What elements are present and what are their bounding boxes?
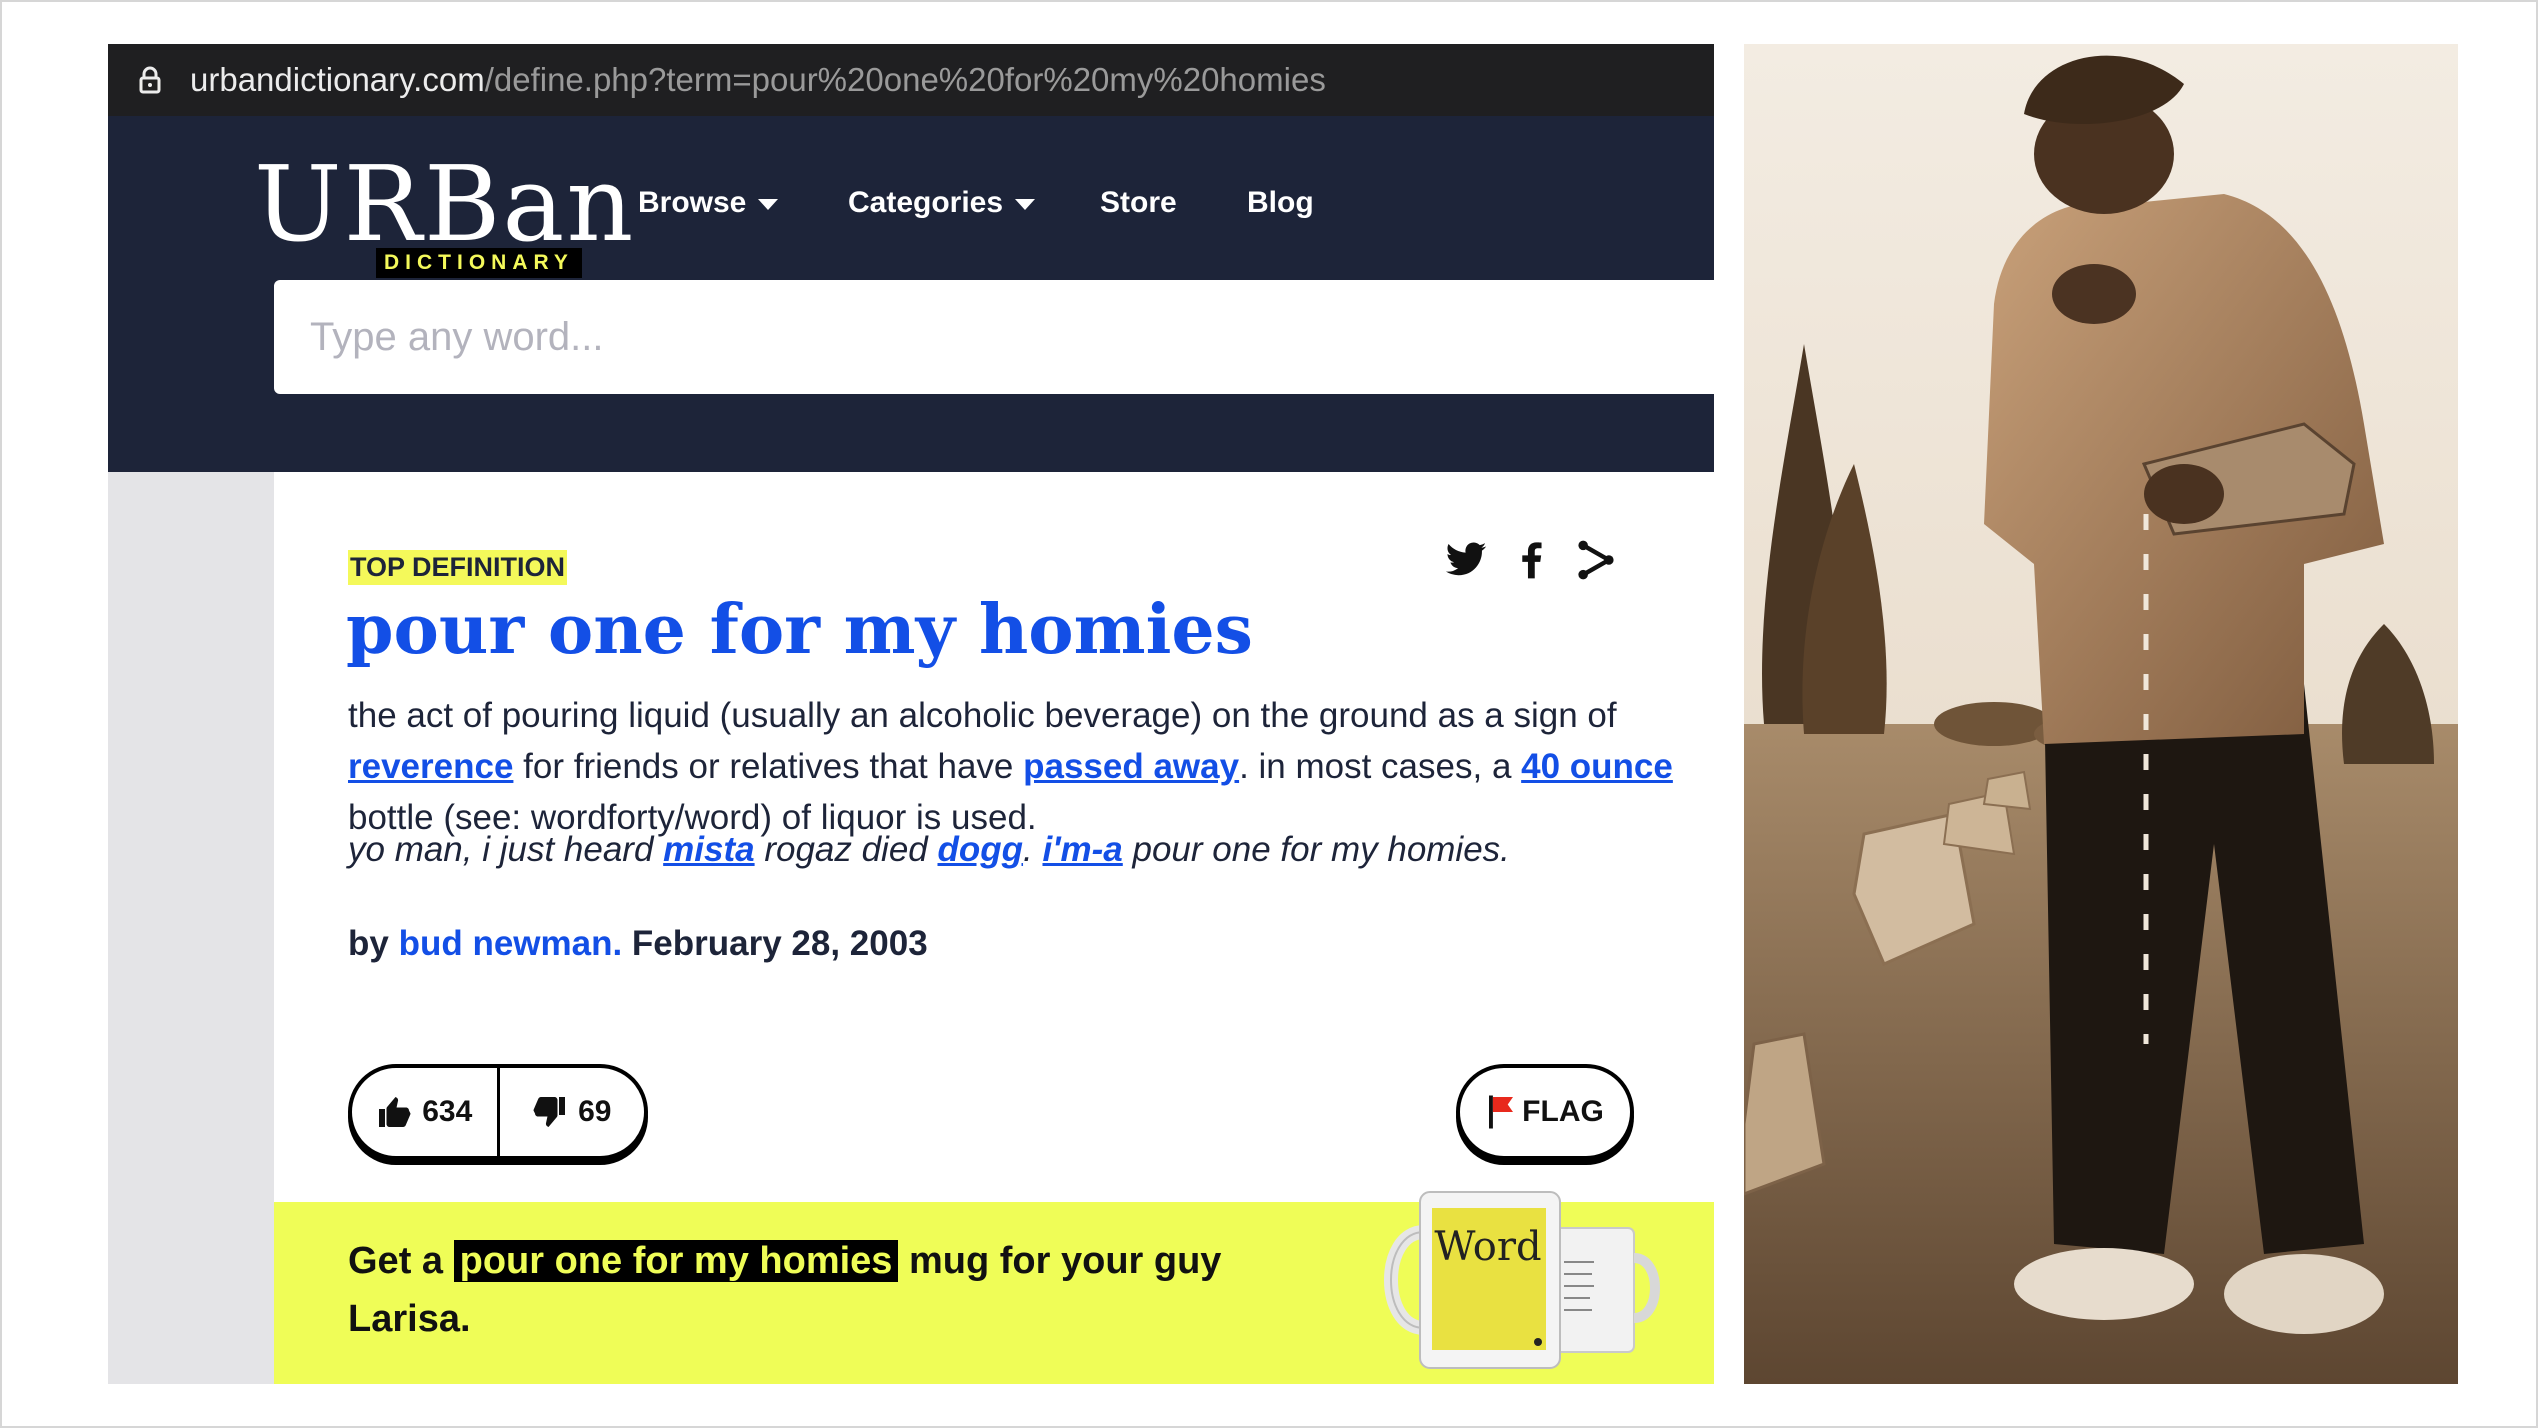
mug-image: Word [1384, 1191, 1660, 1369]
definition-meaning: the act of pouring liquid (usually an al… [348, 690, 1688, 843]
meaning-text: the act of pouring liquid (usually an al… [348, 696, 1617, 735]
author-link[interactable]: bud newman. [399, 924, 623, 963]
byline-prefix: by [348, 924, 399, 963]
promo-text: Get a pour one for my homies mug for you… [348, 1232, 1308, 1348]
thumbs-up-icon [379, 1097, 411, 1127]
share-icon[interactable] [1574, 538, 1618, 582]
meaning-text: . in most cases, a [1239, 747, 1522, 786]
twitter-icon[interactable] [1444, 538, 1488, 582]
byline: by bud newman. February 28, 2003 [348, 924, 928, 964]
definition-date: February 28, 2003 [622, 924, 928, 963]
url-domain: urbandictionary.com [190, 61, 485, 98]
site-logo[interactable]: URBan DICTIONARY [254, 144, 633, 284]
link-passed-away[interactable]: passed away [1023, 747, 1239, 786]
link-reverence[interactable]: reverence [348, 747, 513, 786]
top-definition-badge: TOP DEFINITION [348, 550, 568, 585]
red-flag-icon [1489, 1095, 1514, 1129]
browser-screenshot: urbandictionary.com/define.php?term=pour… [108, 44, 1714, 1384]
vote-buttons: 634 69 [348, 1064, 648, 1160]
definition-example: yo man, i just heard mista rogaz died do… [348, 830, 1688, 870]
downvote-button[interactable]: 69 [496, 1068, 645, 1156]
logo-subtitle: DICTIONARY [376, 248, 582, 278]
upvote-button[interactable]: 634 [352, 1068, 497, 1156]
address-bar[interactable]: urbandictionary.com/define.php?term=pour… [108, 44, 1714, 116]
nav-categories[interactable]: Categories [848, 186, 1036, 220]
example-text: rogaz died [754, 830, 938, 869]
flag-button[interactable]: FLAG [1456, 1064, 1634, 1160]
nav-store-label: Store [1100, 186, 1177, 219]
url-text: urbandictionary.com/define.php?term=pour… [190, 61, 1326, 99]
search-input[interactable] [274, 280, 1714, 394]
promo-prefix: Get a [348, 1240, 454, 1282]
mug-word: Word [1434, 1224, 1541, 1270]
nav-blog-label: Blog [1247, 186, 1314, 219]
promo-highlight: pour one for my homies [453, 1240, 899, 1282]
nav-blog[interactable]: Blog [1247, 186, 1314, 220]
link-mista[interactable]: mista [663, 830, 754, 869]
definition-card: TOP DEFINITION pour one for my homies th… [274, 472, 1714, 1244]
flag-label: FLAG [1522, 1095, 1604, 1128]
link-dogg[interactable]: dogg [938, 830, 1024, 869]
example-text: pour one for my homies. [1122, 830, 1510, 869]
downvote-count: 69 [578, 1095, 612, 1128]
nav-store[interactable]: Store [1100, 186, 1177, 220]
mug-promo-banner[interactable]: Get a pour one for my homies mug for you… [274, 1191, 1714, 1384]
meaning-text: for friends or relatives that have [513, 747, 1024, 786]
logo-word: URBan [254, 143, 636, 265]
link-im-a[interactable]: i'm-a [1042, 830, 1122, 869]
upvote-count: 634 [422, 1095, 473, 1128]
photo-man-pouring-drink [1744, 44, 2458, 1384]
lock-icon [139, 66, 161, 94]
nav-categories-label: Categories [848, 186, 1004, 219]
chevron-down-icon [758, 198, 779, 210]
chevron-down-icon [1015, 198, 1036, 210]
example-text: . [1023, 830, 1043, 869]
thumbs-down-icon [533, 1097, 566, 1127]
nav-browse-label: Browse [638, 186, 747, 219]
url-path: /define.php?term=pour%20one%20for%20my%2… [484, 61, 1326, 98]
facebook-icon[interactable] [1510, 538, 1554, 582]
nav-browse[interactable]: Browse [638, 186, 779, 220]
definition-term[interactable]: pour one for my homies [346, 590, 1253, 670]
link-40-ounce[interactable]: 40 ounce [1521, 747, 1673, 786]
example-text: yo man, i just heard [348, 830, 664, 869]
